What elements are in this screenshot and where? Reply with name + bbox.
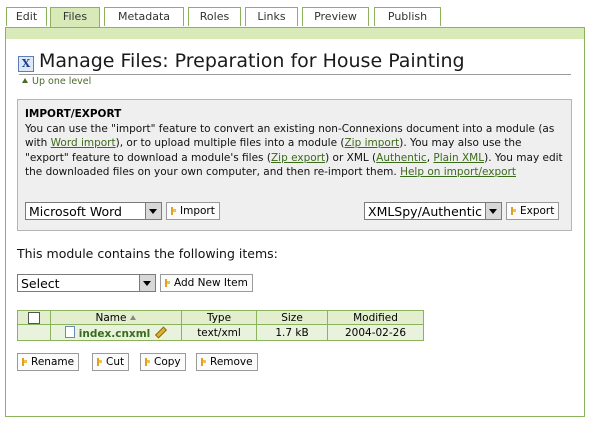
cut-button[interactable]: Cut xyxy=(92,353,130,371)
file-icon xyxy=(64,325,75,338)
row-select-cell xyxy=(17,324,51,341)
modified-column-header: Modified xyxy=(327,310,424,325)
help-import-export-link[interactable]: Help on import/export xyxy=(400,166,516,178)
add-item-type-select[interactable]: Select xyxy=(17,274,156,292)
select-all-header xyxy=(17,310,51,325)
tab-roles[interactable]: Roles xyxy=(188,7,241,26)
description-text: ), or to upload multiple files into a mo… xyxy=(115,137,345,150)
file-name-cell: index.cnxml xyxy=(50,324,182,341)
zip-export-link[interactable]: Zip export xyxy=(271,152,325,164)
name-column-header[interactable]: Name xyxy=(50,310,182,325)
table-row: index.cnxml text/xml 1.7 kB 2004-02-26 xyxy=(17,324,424,341)
tab-files[interactable]: Files xyxy=(50,7,100,28)
tab-publish[interactable]: Publish xyxy=(374,7,441,26)
authentic-link[interactable]: Authentic xyxy=(376,152,427,164)
action-arrow-icon xyxy=(165,279,171,287)
import-export-description: You can use the "import" feature to conv… xyxy=(25,122,565,179)
up-one-level-label: Up one level xyxy=(32,76,92,87)
file-size-cell: 1.7 kB xyxy=(256,324,328,341)
action-arrow-icon xyxy=(22,358,28,366)
chevron-down-icon xyxy=(485,203,501,219)
import-export-heading: IMPORT/EXPORT xyxy=(25,108,122,120)
chevron-down-icon xyxy=(145,203,161,219)
export-button-label: Export xyxy=(520,205,555,217)
frame-header-bar xyxy=(6,28,584,39)
file-modified-cell: 2004-02-26 xyxy=(327,324,424,341)
cnx-module-icon: X xyxy=(18,56,34,72)
name-header-label: Name xyxy=(95,311,127,324)
tab-metadata[interactable]: Metadata xyxy=(104,7,184,26)
up-one-level-link[interactable]: Up one level xyxy=(22,76,91,87)
copy-button[interactable]: Copy xyxy=(140,353,186,371)
module-contents-label: This module contains the following items… xyxy=(17,246,278,261)
export-format-value: XMLSpy/Authentic xyxy=(368,204,482,219)
up-arrow-icon xyxy=(22,78,28,83)
remove-button-label: Remove xyxy=(210,356,253,368)
word-import-link[interactable]: Word import xyxy=(51,137,116,149)
add-new-item-label: Add New Item xyxy=(174,277,248,289)
remove-button[interactable]: Remove xyxy=(196,353,258,371)
table-header-row: Name Type Size Modified xyxy=(17,310,424,325)
action-arrow-icon xyxy=(145,358,151,366)
action-arrow-icon xyxy=(511,207,517,215)
tab-edit[interactable]: Edit xyxy=(6,7,47,26)
select-all-checkbox[interactable] xyxy=(28,311,40,324)
import-format-value: Microsoft Word xyxy=(29,204,122,219)
import-button-label: Import xyxy=(180,205,215,217)
add-new-item-button[interactable]: Add New Item xyxy=(160,274,253,292)
action-arrow-icon xyxy=(97,358,103,366)
import-export-panel: IMPORT/EXPORT You can use the "import" f… xyxy=(17,99,572,231)
copy-button-label: Copy xyxy=(154,356,181,368)
file-name-link[interactable]: index.cnxml xyxy=(79,328,151,340)
tab-preview[interactable]: Preview xyxy=(302,7,369,26)
size-column-header: Size xyxy=(256,310,328,325)
import-button[interactable]: Import xyxy=(166,202,220,220)
chevron-down-icon xyxy=(139,275,155,291)
export-button[interactable]: Export xyxy=(506,202,560,220)
action-arrow-icon xyxy=(171,207,177,215)
type-column-header: Type xyxy=(181,310,257,325)
cut-button-label: Cut xyxy=(106,356,125,368)
tab-links[interactable]: Links xyxy=(245,7,298,26)
export-format-select[interactable]: XMLSpy/Authentic xyxy=(364,202,502,220)
import-format-select[interactable]: Microsoft Word xyxy=(25,202,162,220)
title-divider xyxy=(19,74,571,75)
files-table: Name Type Size Modified index.cnxml text… xyxy=(17,310,424,341)
action-arrow-icon xyxy=(201,358,207,366)
file-type-cell: text/xml xyxy=(181,324,257,341)
sort-ascending-icon xyxy=(130,314,137,320)
plain-xml-link[interactable]: Plain XML xyxy=(433,152,484,164)
page-title: Manage Files: Preparation for House Pain… xyxy=(39,50,465,72)
zip-import-link[interactable]: Zip import xyxy=(344,137,399,149)
add-item-type-value: Select xyxy=(21,276,60,291)
rename-button-label: Rename xyxy=(31,356,75,368)
description-text: ) or XML ( xyxy=(325,151,377,164)
pencil-icon[interactable] xyxy=(155,325,168,339)
rename-button[interactable]: Rename xyxy=(17,353,80,371)
